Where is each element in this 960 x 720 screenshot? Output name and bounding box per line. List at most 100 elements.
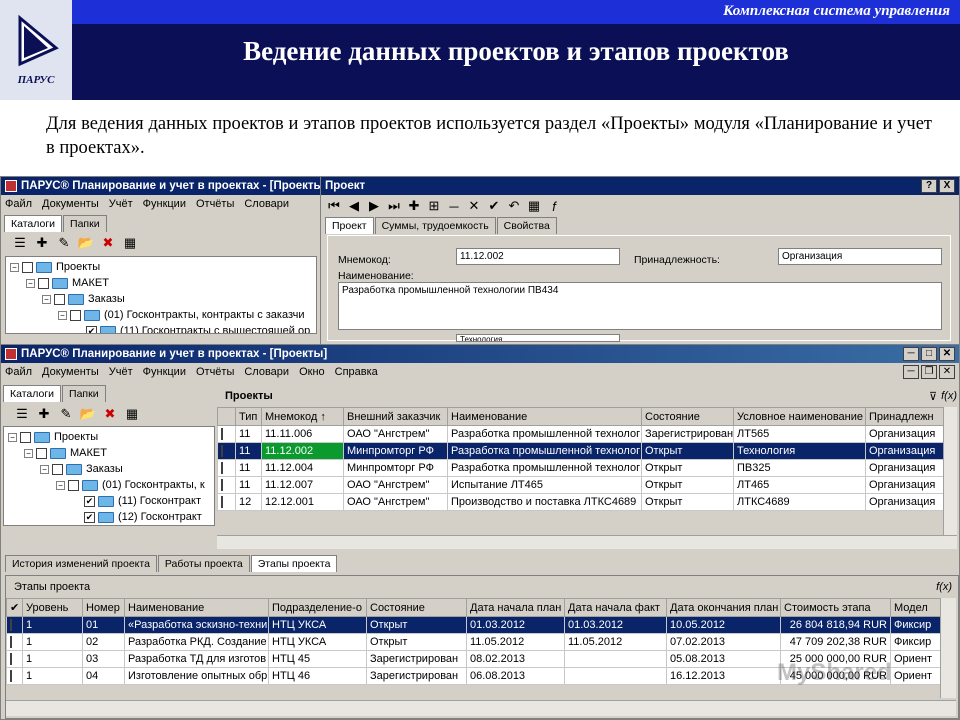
expand-toggle-icon[interactable]: − (10, 262, 19, 272)
table-row[interactable]: 1 01 «Разработка эскизно-техни НТЦ УКСА Откр… (6, 616, 941, 634)
column-header[interactable]: Условное наименование (733, 407, 866, 426)
tree-checkbox[interactable] (70, 309, 81, 321)
column-header[interactable]: Номер (82, 598, 125, 617)
name-field[interactable]: Разработка промышленной технологии ПВ434 (338, 282, 942, 330)
back-menu-item[interactable]: Функции (143, 198, 186, 210)
mdi-restore-button[interactable]: ❐ (921, 365, 937, 379)
mdi-minimize-button[interactable]: ─ (903, 365, 919, 379)
expand-toggle-icon[interactable]: − (58, 310, 67, 320)
owner-field[interactable]: Организация (778, 248, 942, 265)
properties-icon[interactable]: ▦ (525, 197, 543, 215)
projects-vscroll[interactable] (943, 407, 957, 535)
tree-node[interactable]: − МАКЕТ (8, 275, 314, 291)
front-menu-item[interactable]: Файл (5, 366, 32, 378)
table-row[interactable]: 12 12.12.001 ОАО "Ангстрем" Производство и … (217, 493, 944, 511)
projects-hscroll[interactable] (217, 535, 957, 549)
apply-icon[interactable]: ✔ (485, 197, 503, 215)
dialog-tab[interactable]: Проект (325, 217, 374, 234)
row-checkbox[interactable] (221, 445, 223, 457)
dialog-tab[interactable]: Суммы, трудоемкость (374, 217, 496, 234)
column-header[interactable]: Внешний заказчик (343, 407, 448, 426)
tree-checkbox[interactable] (52, 463, 63, 475)
expand-toggle-icon[interactable]: − (40, 464, 49, 474)
expand-toggle-icon[interactable]: − (42, 294, 51, 304)
row-checkbox-cell[interactable] (217, 425, 236, 443)
mnemo-field[interactable]: 11.12.002 (456, 248, 620, 265)
tree-node[interactable]: − (01) Госконтракты, контракты с заказчи (8, 307, 314, 323)
row-checkbox[interactable] (221, 428, 223, 440)
back-menu-item[interactable]: Файл (5, 198, 32, 210)
properties-icon[interactable]: ▦ (121, 234, 139, 252)
table-row[interactable]: 1 02 Разработка РКД. Создание НТЦ УКСА Откры… (6, 633, 941, 651)
expand-toggle-icon[interactable]: − (56, 480, 65, 490)
tree-node[interactable]: − Проекты (6, 429, 212, 445)
close-button[interactable]: ✕ (939, 347, 955, 361)
column-header[interactable]: Дата начала план (466, 598, 565, 617)
column-header[interactable]: Дата начала факт (564, 598, 667, 617)
column-header[interactable]: Модел (890, 598, 941, 617)
tree-node[interactable]: − Проекты (8, 259, 314, 275)
tree-checkbox[interactable]: ✔ (86, 325, 97, 333)
back-menu-item[interactable]: Словари (244, 198, 289, 210)
table-row[interactable]: 11 11.12.002 Минпромторг РФ Разработка пром… (217, 442, 944, 460)
delete-icon[interactable]: ✖ (99, 234, 117, 252)
catalog-tab[interactable]: Папки (62, 385, 106, 402)
first-record-icon[interactable]: ⏮ (325, 197, 343, 215)
edit-icon[interactable]: ✎ (57, 405, 75, 423)
tree-node[interactable]: − МАКЕТ (6, 445, 212, 461)
front-menu-item[interactable]: Справка (335, 366, 378, 378)
folder-add-icon[interactable]: 📂 (77, 234, 95, 252)
prev-record-icon[interactable]: ◀ (345, 197, 363, 215)
tree-checkbox[interactable] (22, 261, 33, 273)
tree-node[interactable]: − (01) Госконтракты, к (6, 477, 212, 493)
front-menu-item[interactable]: Функции (143, 366, 186, 378)
properties-icon[interactable]: ▦ (123, 405, 141, 423)
back-tab[interactable]: Каталоги (4, 215, 63, 232)
select-all-header[interactable]: ✔ (6, 598, 23, 617)
add-copy-icon[interactable]: ⊞ (425, 197, 443, 215)
table-row[interactable]: 11 11.12.004 Минпромторг РФ Разработка пром… (217, 459, 944, 477)
last-record-icon[interactable]: ⏭ (385, 197, 403, 215)
edit-icon[interactable]: ✎ (55, 234, 73, 252)
add-icon[interactable]: ✚ (405, 197, 423, 215)
front-menu-item[interactable]: Учёт (109, 366, 133, 378)
back-tab[interactable]: Папки (63, 215, 107, 232)
list-icon[interactable]: ☰ (13, 405, 31, 423)
row-checkbox-cell[interactable] (217, 442, 236, 460)
row-checkbox-cell[interactable] (6, 633, 23, 651)
front-menu-item[interactable]: Окно (299, 366, 325, 378)
tree-checkbox[interactable] (20, 431, 31, 443)
tree-checkbox[interactable]: ✔ (84, 511, 95, 523)
maximize-button[interactable]: □ (921, 347, 937, 361)
formula-icon[interactable]: f (545, 197, 563, 215)
back-window-titlebar[interactable]: ПАРУС® Планирование и учет в проектах - … (1, 177, 321, 195)
column-header[interactable]: Дата окончания план (666, 598, 781, 617)
bottom-tab[interactable]: Работы проекта (157, 555, 250, 572)
column-header[interactable]: Принадлежн (865, 407, 944, 426)
list-icon[interactable]: ☰ (11, 234, 29, 252)
close-button[interactable]: X (939, 179, 955, 193)
row-checkbox-cell[interactable] (6, 667, 23, 685)
add-icon[interactable]: ✚ (33, 234, 51, 252)
help-button[interactable]: ? (921, 179, 937, 193)
row-checkbox-cell[interactable] (217, 476, 236, 494)
back-menu-item[interactable]: Отчёты (196, 198, 234, 210)
column-header[interactable]: Наименование (447, 407, 642, 426)
filter-icon[interactable]: ⊽ (929, 390, 937, 403)
back-menu-item[interactable]: Документы (42, 198, 99, 210)
stages-vscroll[interactable] (940, 598, 956, 698)
tree-checkbox[interactable] (68, 479, 79, 491)
cancel-icon[interactable]: ✕ (465, 197, 483, 215)
front-menu-item[interactable]: Отчёты (196, 366, 234, 378)
folder-add-icon[interactable]: 📂 (79, 405, 97, 423)
row-checkbox[interactable] (10, 636, 12, 648)
tree-checkbox[interactable]: ✔ (84, 495, 95, 507)
row-checkbox-cell[interactable] (6, 650, 23, 668)
tree-node[interactable]: ✔ (12) Госконтракт (6, 509, 212, 525)
back-menu-item[interactable]: Учёт (109, 198, 133, 210)
tree-checkbox[interactable] (36, 447, 47, 459)
undo-icon[interactable]: ↶ (505, 197, 523, 215)
stages-formula-icon[interactable]: f(x) (936, 581, 952, 593)
table-row[interactable]: 11 11.11.006 ОАО "Ангстрем" Разработка пром… (217, 425, 944, 443)
front-window-titlebar[interactable]: ПАРУС® Планирование и учет в проектах - … (1, 345, 959, 363)
